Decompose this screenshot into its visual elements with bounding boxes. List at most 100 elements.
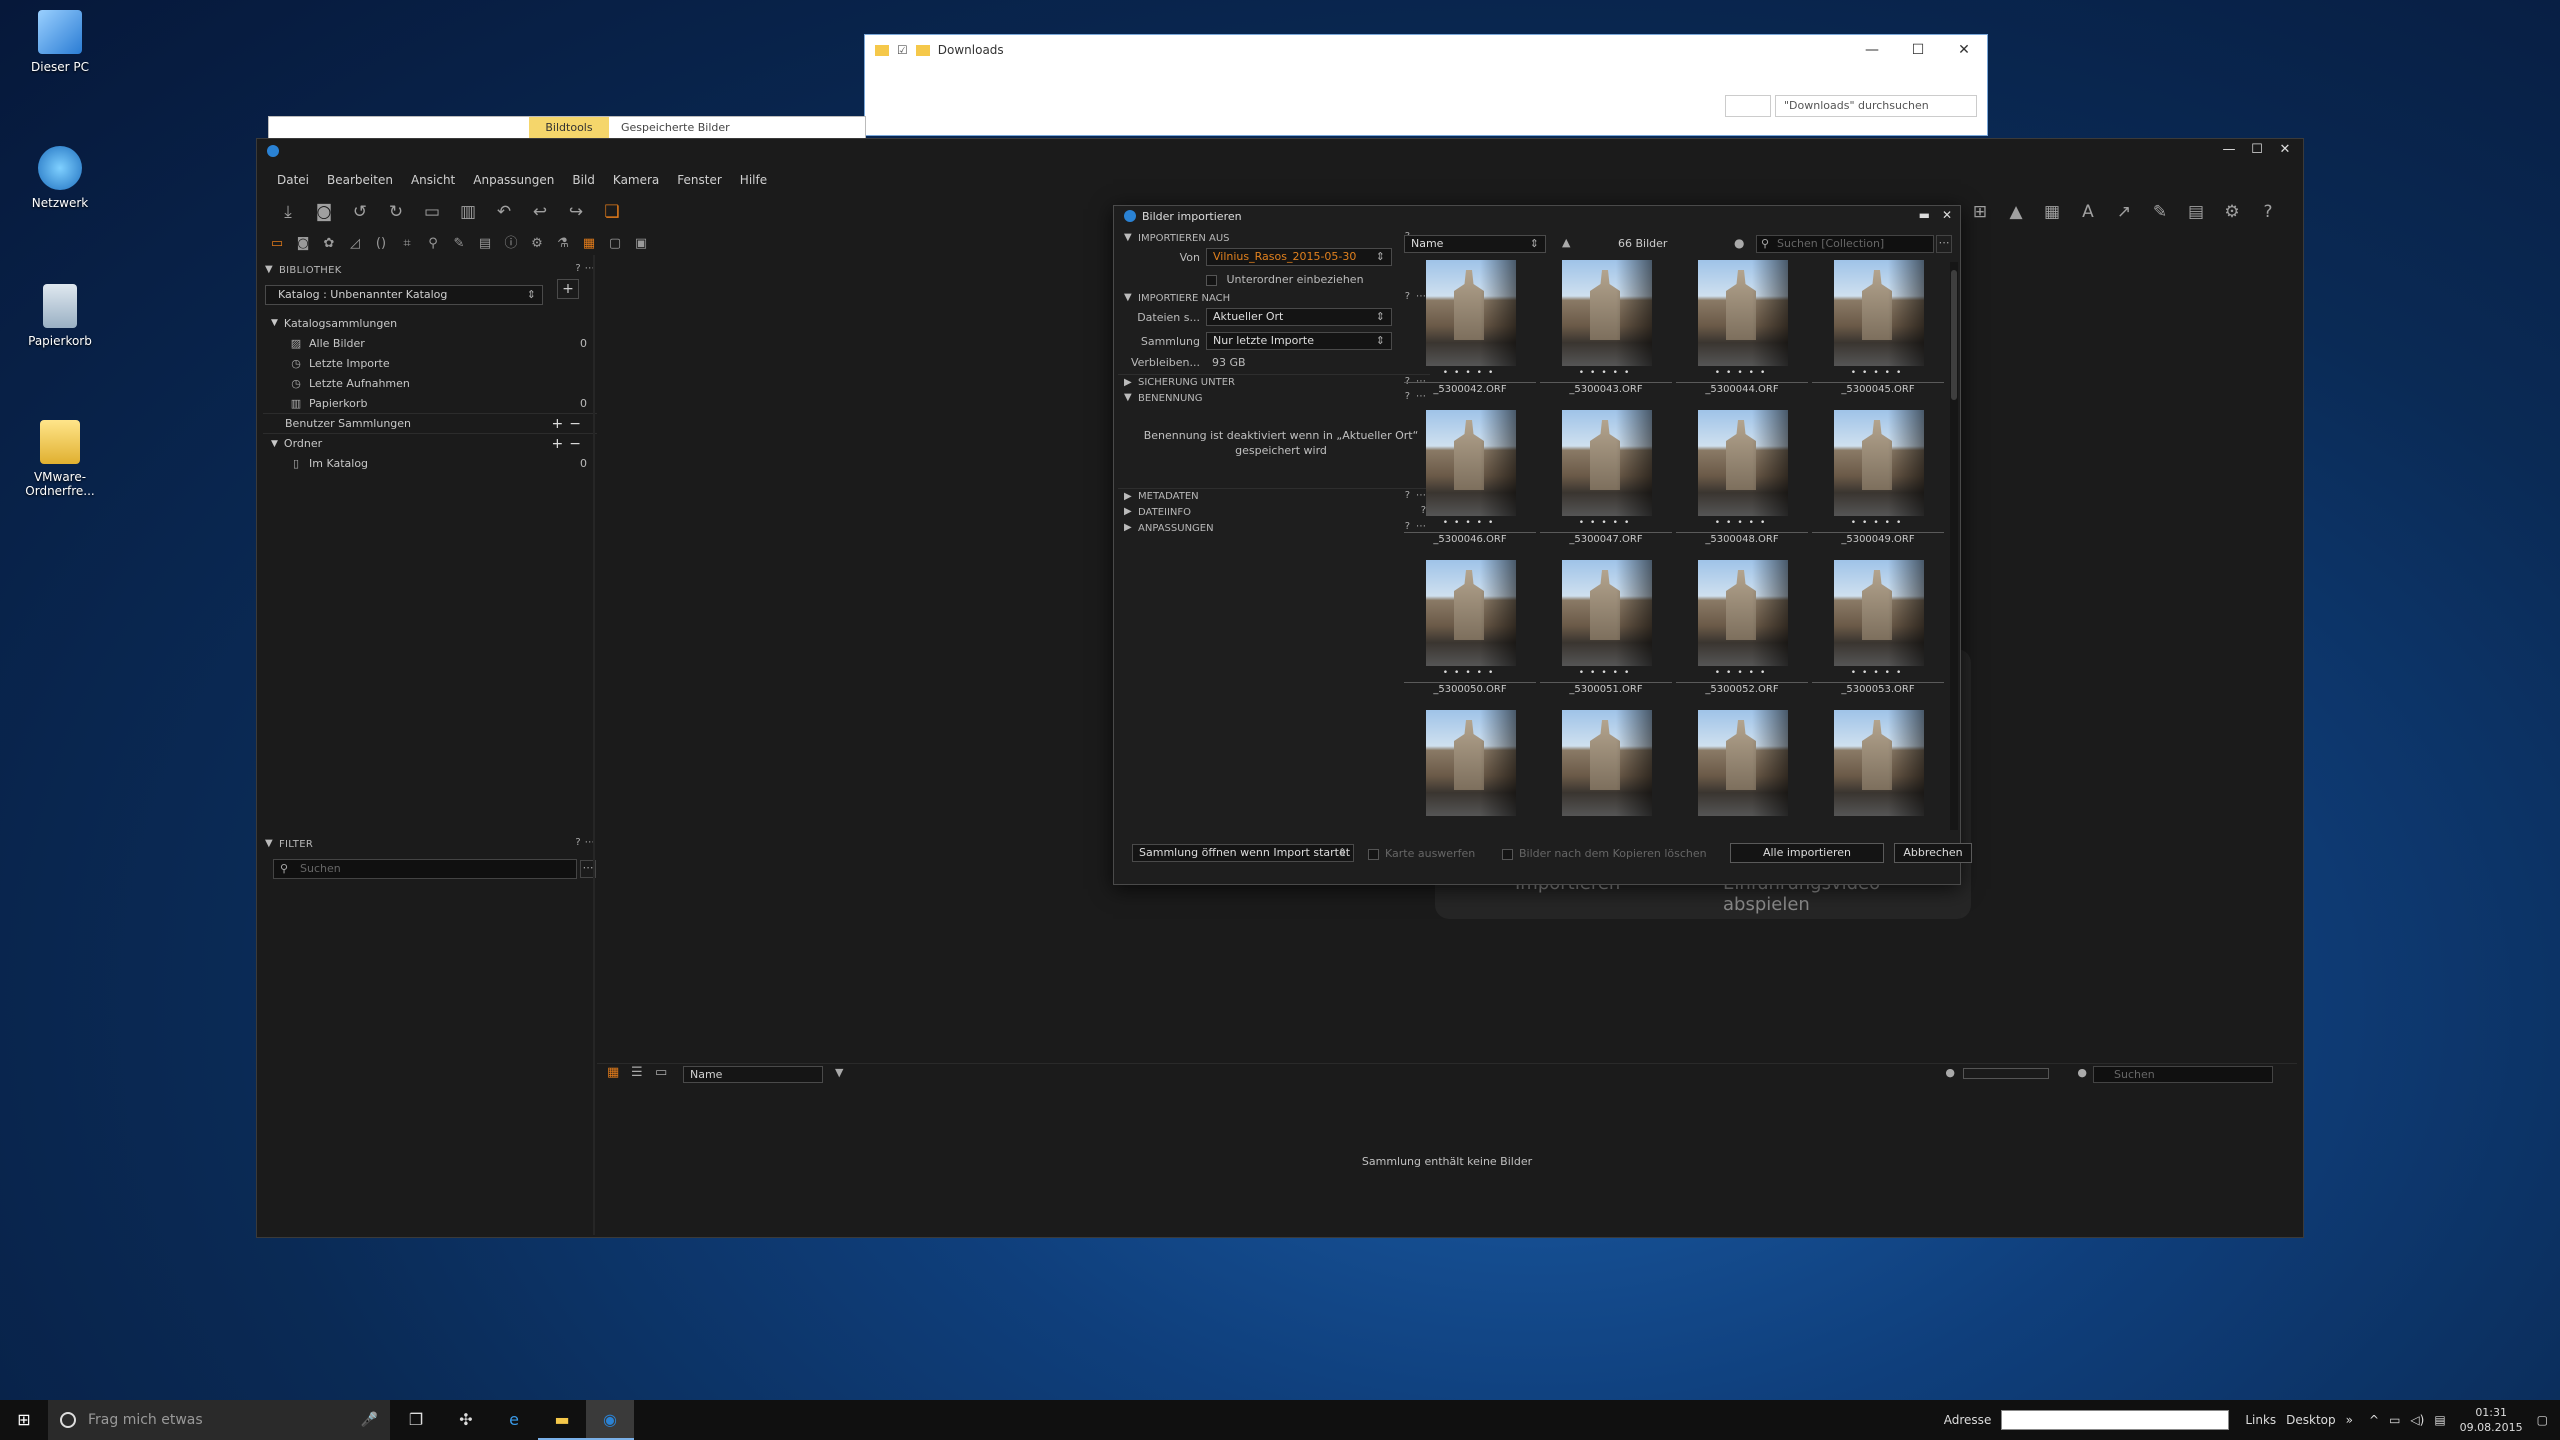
eject-card-checkbox[interactable] <box>1368 848 1379 860</box>
thumbnail-size-slider[interactable] <box>1963 1068 2049 1079</box>
thumbnail-cell[interactable]: ••••• _5300045.ORF <box>1812 260 1944 410</box>
rating-dots[interactable]: ••••• <box>1834 668 1924 678</box>
add-remove-icons[interactable]: +− <box>552 436 587 452</box>
import-source-select[interactable]: Vilnius_Rasos_2015-05-30 ⇕ <box>1206 248 1392 266</box>
menu-ansicht[interactable]: Ansicht <box>411 173 455 187</box>
print-icon[interactable]: ▤ <box>2185 201 2207 223</box>
output-tab-icon[interactable]: ▤ <box>475 235 495 253</box>
section-naming[interactable]: ▼ BENENNUNG ? ⋯ <box>1118 390 1430 406</box>
thumbnail-cell[interactable]: ••••• _5300049.ORF <box>1812 410 1944 560</box>
help-icon[interactable]: ? <box>2257 201 2279 223</box>
close-icon[interactable]: ✕ <box>1941 35 1987 65</box>
toolbar-expand-icon[interactable]: » <box>2346 1413 2353 1427</box>
menu-fenster[interactable]: Fenster <box>677 173 722 187</box>
network-tray-icon[interactable]: ▭ <box>2389 1413 2400 1427</box>
links-toolbar[interactable]: Links <box>2245 1413 2276 1427</box>
person-icon[interactable]: ● <box>1945 1066 1955 1079</box>
rating-dots[interactable]: ••••• <box>1834 368 1924 378</box>
tree-row-recent-imports[interactable]: ◷ Letzte Importe <box>263 353 597 373</box>
rating-dots[interactable]: ••••• <box>1426 368 1516 378</box>
catalog-select[interactable]: Katalog : Unbenannter Katalog ⇕ <box>265 285 543 305</box>
delete-after-option[interactable]: Bilder nach dem Kopieren löschen <box>1502 847 1707 860</box>
text-icon[interactable]: A <box>2077 201 2099 223</box>
tree-row-all-images[interactable]: ▨ Alle Bilder 0 <box>263 333 597 353</box>
thumbnail-cell[interactable] <box>1676 710 1808 836</box>
collection-select[interactable]: Nur letzte Importe ⇕ <box>1206 332 1392 350</box>
windows-start-icon[interactable]: ⊞ <box>0 1400 48 1440</box>
close-icon[interactable]: ✕ <box>1942 208 1952 222</box>
panel-divider[interactable] <box>593 255 595 1235</box>
open-collection-select[interactable]: Sammlung öffnen wenn Import startet ⇕ <box>1132 844 1354 862</box>
search-tab-icon[interactable]: ⚲ <box>423 235 443 253</box>
redo-icon[interactable]: ↪ <box>565 201 587 223</box>
section-import-from[interactable]: ▼ IMPORTIEREN AUS ? ⋯ <box>1118 230 1430 246</box>
exposure-tab-icon[interactable]: ◿ <box>345 235 365 253</box>
maximize-icon[interactable]: ☐ <box>1895 35 1941 65</box>
menu-bild[interactable]: Bild <box>572 173 595 187</box>
desktop-icon-vmware-share[interactable]: VMware-Ordnerfre... <box>0 420 120 498</box>
cursor-icon[interactable]: ↗ <box>2113 201 2135 223</box>
subfolders-checkbox[interactable] <box>1206 274 1217 286</box>
filmstrip-view-icon[interactable]: ▭ <box>655 1065 667 1080</box>
browser-sort-select[interactable]: Name <box>683 1066 823 1083</box>
help-icon[interactable]: ? <box>575 837 581 848</box>
menu-bearbeiten[interactable]: Bearbeiten <box>327 173 393 187</box>
batch-tab-icon[interactable]: ⚗ <box>553 235 573 253</box>
rating-dots[interactable]: ••••• <box>1698 368 1788 378</box>
keyboard-icon[interactable]: ▤ <box>2434 1413 2445 1427</box>
info-tab-icon[interactable]: ⓘ <box>501 235 521 253</box>
thumbnail-cell[interactable] <box>1812 710 1944 836</box>
settings-tab-icon[interactable]: ⚙ <box>527 235 547 253</box>
section-adjustments[interactable]: ▶ ANPASSUNGEN ? ⋯ <box>1118 520 1430 536</box>
chevron-up-icon[interactable]: ^ <box>2369 1413 2379 1427</box>
capture-one-taskbar-icon[interactable]: ◉ <box>586 1400 634 1440</box>
undo-icon[interactable]: ↩ <box>529 201 551 223</box>
menu-hilfe[interactable]: Hilfe <box>740 173 767 187</box>
vmware-tools-icon[interactable]: ✣ <box>442 1400 490 1440</box>
tree-row-trash[interactable]: ▥ Papierkorb 0 <box>263 393 597 413</box>
single-layout-icon[interactable]: ▢ <box>605 235 625 253</box>
color-tab-icon[interactable]: ✿ <box>319 235 339 253</box>
warning-icon[interactable]: ▲ <box>2005 201 2027 223</box>
thumbnail-cell[interactable]: ••••• _5300046.ORF <box>1404 410 1536 560</box>
desktop-icon-network[interactable]: Netzwerk <box>0 146 120 210</box>
import-sort-select[interactable]: Name ⇕ <box>1404 235 1546 253</box>
maximize-icon[interactable]: ▬ <box>1919 208 1930 222</box>
grid-view-icon[interactable]: ▦ <box>607 1065 619 1080</box>
rating-dots[interactable]: ••••• <box>1426 518 1516 528</box>
folder-icon[interactable]: ▭ <box>421 201 443 223</box>
thumbnail-cell[interactable] <box>1540 710 1672 836</box>
thumbnail-cell[interactable]: ••••• _5300047.ORF <box>1540 410 1672 560</box>
menu-kamera[interactable]: Kamera <box>613 173 659 187</box>
add-remove-icons[interactable]: +− <box>552 416 587 432</box>
thumbnail-cell[interactable]: ••••• _5300050.ORF <box>1404 560 1536 710</box>
tree-row-catalog-collections[interactable]: ▼ Katalogsammlungen <box>263 313 597 333</box>
filter-section-header[interactable]: ▼ FILTER ? ⋯ <box>263 835 597 853</box>
edge-browser-icon[interactable]: e <box>490 1400 538 1440</box>
rating-dots[interactable]: ••••• <box>1562 668 1652 678</box>
grid-layout-icon[interactable]: ▦ <box>579 235 599 253</box>
rating-dots[interactable]: ••••• <box>1562 518 1652 528</box>
section-import-to[interactable]: ▼ IMPORTIERE NACH ? ⋯ <box>1118 290 1430 306</box>
rating-dots[interactable]: ••••• <box>1834 518 1924 528</box>
local-adjust-tab-icon[interactable]: ✎ <box>449 235 469 253</box>
thumbnail-cell[interactable]: ••••• _5300052.ORF <box>1676 560 1808 710</box>
thumbnail-scrollbar[interactable] <box>1950 262 1958 830</box>
delete-after-checkbox[interactable] <box>1502 848 1513 860</box>
grid-view-icon[interactable]: ⊞ <box>1969 201 1991 223</box>
person-icon[interactable]: ● <box>2077 1066 2087 1079</box>
reset-icon[interactable]: ↶ <box>493 201 515 223</box>
thumbnail-cell[interactable]: ••••• _5300053.ORF <box>1812 560 1944 710</box>
notifications-icon[interactable]: ▢ <box>2537 1413 2548 1427</box>
desktop-icon-recycle-bin[interactable]: Papierkorb <box>0 284 120 348</box>
thumbnail-cell[interactable]: ••••• _5300051.ORF <box>1540 560 1672 710</box>
explorer-search-input[interactable]: "Downloads" durchsuchen <box>1775 95 1977 117</box>
sort-ascending-icon[interactable]: ▲ <box>1562 236 1570 249</box>
tree-row-in-catalog[interactable]: ▯ Im Katalog 0 <box>263 453 597 473</box>
camera-icon[interactable]: ◙ <box>313 201 335 223</box>
cortana-search-box[interactable]: Frag mich etwas 🎤 <box>48 1400 390 1440</box>
rotate-right-icon[interactable]: ↻ <box>385 201 407 223</box>
tree-row-recent-captures[interactable]: ◷ Letzte Aufnahmen <box>263 373 597 393</box>
import-search-input[interactable]: ⚲ Suchen [Collection] <box>1756 235 1934 253</box>
gear-icon[interactable]: ⚙ <box>2221 201 2243 223</box>
